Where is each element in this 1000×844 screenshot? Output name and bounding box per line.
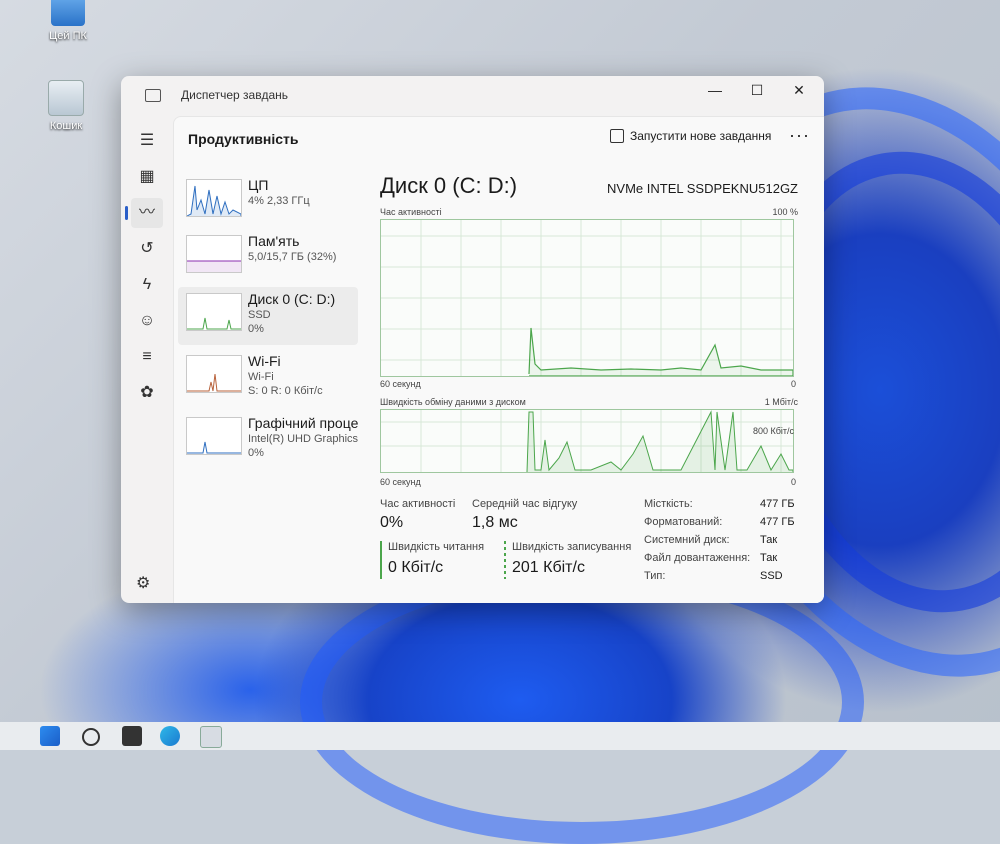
perf-item-sub: 5,0/15,7 ГБ (32%) [248,251,337,263]
disk-thumbnail-graph [186,293,242,331]
system-disk-value: Так [760,534,778,546]
taskbar [0,722,1000,750]
active-time-stat-label: Час активності [380,498,456,510]
perf-item-wifi[interactable]: Wi-Fi Wi-Fi S: 0 R: 0 Кбіт/с [178,349,358,407]
transfer-rate-graph-time: 60 секунд [380,477,421,487]
system-disk-label: Системний диск: [644,534,730,546]
page-file-label: Файл довантаження: [644,552,751,564]
capacity-label: Місткість: [644,498,693,510]
disk-detail-panel: Диск 0 (C: D:) NVMe INTEL SSDPEKNU512GZ … [380,173,810,603]
desktop-icon-label: Кошик [49,120,83,132]
formatted-label: Форматований: [644,516,723,528]
perf-item-sub: 4% 2,33 ГГц [248,195,310,207]
page-file-value: Так [760,552,778,564]
active-time-graph-min: 0 [790,379,796,389]
perf-item-sub: S: 0 R: 0 Кбіт/с [248,385,323,397]
perf-item-name: Графічний проце [248,415,359,431]
perf-item-gpu[interactable]: Графічний проце Intel(R) UHD Graphics 0% [178,411,358,469]
active-time-graph-max: 100 % [772,207,798,217]
active-time-graph [380,219,794,377]
wifi-thumbnail-graph [186,355,242,393]
task-manager-window: Диспетчер завдань — ☐ ✕ ☰ ▦ 〰 ↺ ϟ ☺ ≡ ✿ … [121,76,824,603]
transfer-rate-graph-label: Швидкість обміну даними з диском [380,397,526,407]
performance-icon[interactable]: 〰 [125,198,163,228]
write-speed-stat-label: Швидкість записування [512,541,632,553]
more-options-button[interactable]: ··· [789,125,810,146]
gpu-thumbnail-graph [186,417,242,455]
perf-item-cpu[interactable]: ЦП 4% 2,33 ГГц [178,173,358,231]
write-speed-stat-value: 201 Кбіт/с [512,559,585,576]
perf-item-sub: 0% [248,323,264,335]
desktop-icon-recycle-bin[interactable]: Кошик [36,80,96,132]
task-manager-app-icon [145,89,161,102]
transfer-rate-graph-mid: 800 Кбіт/с [752,426,794,436]
run-new-task-button[interactable]: Запустити нове завдання [610,129,771,143]
desktop-icon-label: Цей ПК [49,30,87,42]
perf-item-sub: Wi-Fi [248,371,274,383]
processes-icon[interactable]: ▦ [131,162,163,192]
read-speed-stat-label: Швидкість читання [388,541,485,553]
transfer-rate-graph-min: 0 [790,477,796,487]
page-title: Продуктивність [188,131,299,147]
details-icon[interactable]: ≡ [131,342,163,372]
navigation-rail: ☰ ▦ 〰 ↺ ϟ ☺ ≡ ✿ [121,116,173,603]
transfer-rate-graph [380,409,794,473]
desktop-icon-this-pc[interactable]: Цей ПК [38,0,98,42]
perf-item-memory[interactable]: Пам'ять 5,0/15,7 ГБ (32%) [178,229,358,287]
run-new-task-label: Запустити нове завдання [630,129,772,143]
task-manager-taskbar-icon[interactable] [200,726,222,748]
read-speed-stat-value: 0 Кбіт/с [388,559,444,576]
perf-item-sub: SSD [248,309,271,321]
main-content: Продуктивність Запустити нове завдання ·… [173,116,824,603]
disk-title: Диск 0 (C: D:) [380,173,518,198]
perf-item-sub: Intel(R) UHD Graphics [248,433,359,445]
type-label: Тип: [644,570,666,582]
perf-item-name: ЦП [248,177,269,193]
new-task-icon [610,129,624,143]
app-history-icon[interactable]: ↺ [131,234,163,264]
active-time-graph-time: 60 секунд [380,379,421,389]
cpu-thumbnail-graph [186,179,242,217]
active-time-graph-label: Час активності [380,207,442,217]
users-icon[interactable]: ☺ [131,306,163,336]
settings-gear-icon[interactable]: ⚙ [136,573,150,593]
search-icon[interactable] [82,728,100,746]
window-title: Диспетчер завдань [181,88,289,102]
perf-item-disk[interactable]: Диск 0 (C: D:) SSD 0% [178,287,358,345]
active-time-stat-value: 0% [380,514,404,531]
disk-model: NVMe INTEL SSDPEKNU512GZ [607,181,798,196]
services-icon[interactable]: ✿ [131,378,163,408]
response-time-stat-label: Середній час відгуку [472,498,578,510]
read-speed-indicator-bar [380,541,382,579]
response-time-stat-value: 1,8 мс [472,514,518,531]
edge-browser-icon[interactable] [160,726,180,746]
capacity-value: 477 ГБ [760,498,795,510]
memory-thumbnail-graph [186,235,242,273]
formatted-value: 477 ГБ [760,516,795,528]
write-speed-indicator-bar [504,541,506,579]
close-button[interactable]: ✕ [778,76,820,104]
maximize-button[interactable]: ☐ [736,76,778,104]
task-view-icon[interactable] [122,726,142,746]
minimize-button[interactable]: — [694,76,736,104]
perf-item-sub: 0% [248,447,264,459]
type-value: SSD [760,570,783,582]
perf-item-name: Диск 0 (C: D:) [248,291,336,307]
computer-icon [51,0,85,26]
recycle-bin-icon [48,80,84,116]
perf-item-name: Wi-Fi [248,353,281,369]
hamburger-menu-icon[interactable]: ☰ [131,126,163,156]
startup-apps-icon[interactable]: ϟ [131,270,163,300]
title-bar[interactable]: Диспетчер завдань — ☐ ✕ [121,76,824,112]
performance-list: ЦП 4% 2,33 ГГц Пам'ять 5,0/15,7 ГБ (32%)… [174,173,360,603]
start-windows-icon[interactable] [40,726,60,746]
transfer-rate-graph-max: 1 Мбіт/с [764,397,798,407]
perf-item-name: Пам'ять [248,233,300,249]
